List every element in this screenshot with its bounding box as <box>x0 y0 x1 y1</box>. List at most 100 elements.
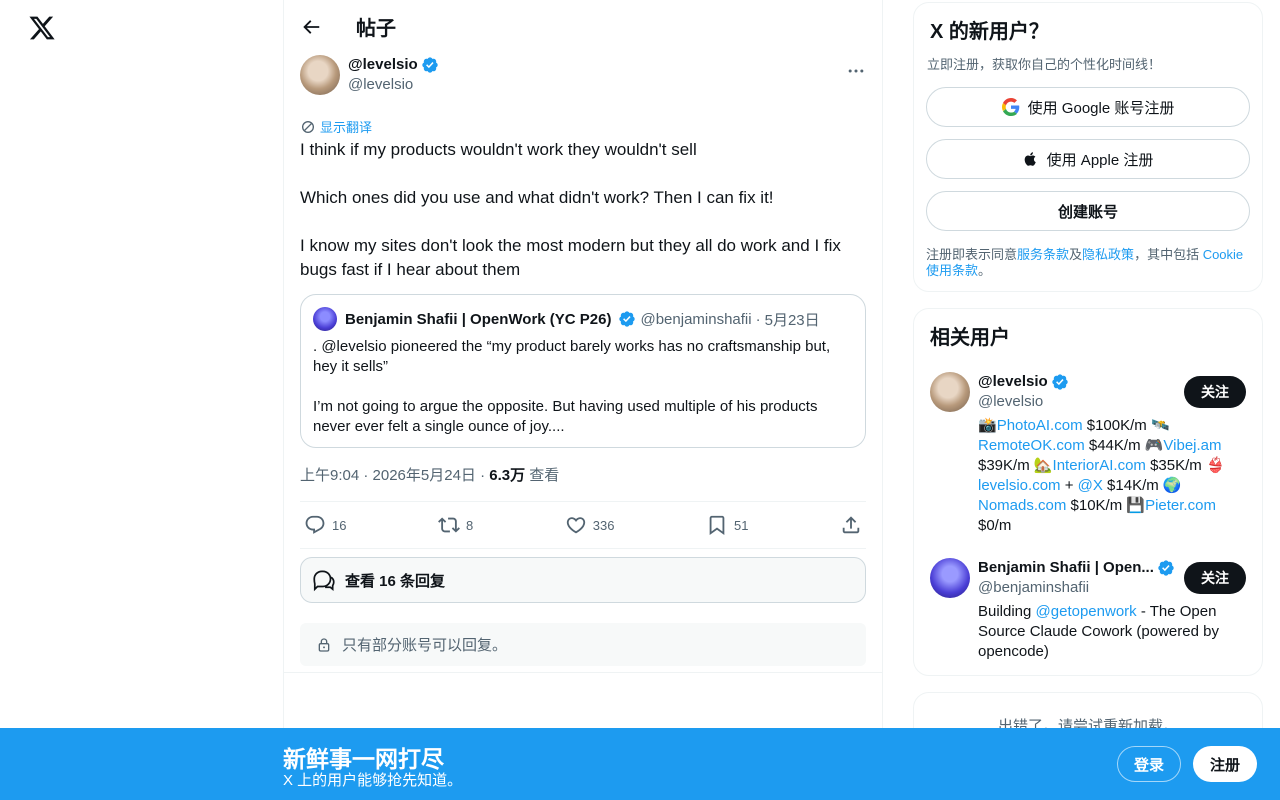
reply-restriction-notice: 只有部分账号可以回复。 <box>300 623 866 666</box>
bio-text: 📸 <box>978 417 997 434</box>
page-header: 帖子 <box>284 0 882 53</box>
post: @levelsio @levelsio 显示翻译 I think if my p… <box>284 55 882 666</box>
verified-badge-icon <box>1158 560 1174 576</box>
more-options-icon[interactable] <box>846 61 866 81</box>
related-user[interactable]: Benjamin Shafii | Open... @benjaminshafi… <box>930 558 1246 662</box>
share-icon <box>842 516 860 534</box>
bio-link[interactable]: RemoteOK.com <box>978 437 1085 454</box>
quoted-author-name: Benjamin Shafii | OpenWork (YC P26) <box>345 310 612 328</box>
banner-subtitle: X 上的用户能够抢先知道。 <box>283 772 463 789</box>
quoted-author-avatar <box>313 307 337 331</box>
verified-badge-icon <box>421 57 438 73</box>
login-button[interactable]: 登录 <box>1117 746 1181 782</box>
bio-link[interactable]: Pieter.com <box>1145 497 1216 514</box>
quoted-post[interactable]: Benjamin Shafii | OpenWork (YC P26) @ben… <box>300 294 866 448</box>
bio-link[interactable]: Vibej.am <box>1163 437 1221 454</box>
post-timestamp[interactable]: 上午9:04 · 2026年5月24日 · <box>300 467 489 484</box>
bio-text: $14K/m 🌍 <box>1102 477 1182 494</box>
user-bio: 📸PhotoAI.com $100K/m 🛰️ RemoteOK.com $44… <box>978 416 1244 536</box>
heart-icon <box>566 517 585 534</box>
quoted-post-header: Benjamin Shafii | OpenWork (YC P26) @ben… <box>313 307 853 331</box>
view-replies-label[interactable]: 查看 16 条回复 <box>345 570 445 591</box>
terms-mid: ，其中包括 <box>1134 247 1203 262</box>
related-user[interactable]: @levelsio @levelsio 📸PhotoAI.com $100K/m… <box>930 372 1246 536</box>
bookmark-button[interactable]: 51 <box>706 514 748 536</box>
google-signup-button[interactable]: 使用 Google 账号注册 <box>926 87 1250 127</box>
create-account-label: 创建账号 <box>1057 203 1118 221</box>
post-actions-bar: 16 8 336 51 <box>300 501 866 549</box>
google-icon <box>1001 98 1019 116</box>
verified-badge-icon <box>1051 374 1068 390</box>
bio-text: $39K/m 🏡 <box>978 457 1053 474</box>
like-count: 336 <box>592 517 615 533</box>
bio-text: $10K/m 💾 <box>1066 497 1146 514</box>
bookmark-icon <box>709 515 725 536</box>
author-handle[interactable]: @levelsio <box>348 75 439 95</box>
author-avatar[interactable] <box>300 55 340 95</box>
repost-icon <box>438 517 460 533</box>
translate-link[interactable]: 显示翻译 <box>300 117 866 136</box>
main-column: 帖子 @levelsio @levelsio 显示翻译 I think if m… <box>283 0 883 800</box>
bio-link[interactable]: InteriorAI.com <box>1053 457 1146 474</box>
author-display-name[interactable]: @levelsio <box>348 55 418 75</box>
user-bio: Building @getopenwork - The Open Source … <box>978 602 1244 662</box>
bio-text: $0/m <box>978 517 1012 534</box>
x-logo-icon[interactable] <box>28 14 56 42</box>
signup-title: X 的新用户？ <box>930 21 1049 43</box>
lock-icon <box>318 637 330 652</box>
terms-prefix: 注册即表示同意 <box>926 247 1018 262</box>
apple-signup-label: 使用 Apple 注册 <box>1046 151 1154 169</box>
bio-link[interactable]: Nomads.com <box>978 497 1066 514</box>
signup-banner: 新鲜事一网打尽 X 上的用户能够抢先知道。 登录 注册 <box>0 728 1280 800</box>
page-title: 帖子 <box>356 18 396 40</box>
user-display-name[interactable]: @levelsio <box>978 372 1048 392</box>
apple-signup-button[interactable]: 使用 Apple 注册 <box>926 139 1250 179</box>
reply-count: 16 <box>332 517 347 533</box>
translate-label[interactable]: 显示翻译 <box>320 117 372 136</box>
back-arrow-icon[interactable] <box>300 16 322 38</box>
view-count: 6.3万 <box>489 467 526 484</box>
bio-text: Building <box>978 603 1036 620</box>
signup-terms: 注册即表示同意服务条款及隐私政策，其中包括 Cookie 使用条款。 <box>926 247 1250 279</box>
bio-link[interactable]: levelsio.com <box>978 477 1061 494</box>
related-users-card: 相关用户 @levelsio @levelsio 📸PhotoAI.com $1… <box>913 308 1263 676</box>
bio-text: $100K/m 🛰️ <box>1082 417 1170 434</box>
reply-button[interactable]: 16 <box>304 514 346 536</box>
bio-text: $44K/m 🎮 <box>1084 437 1164 454</box>
author-name-row[interactable]: @levelsio <box>348 55 439 75</box>
privacy-policy-link[interactable]: 隐私政策 <box>1082 247 1134 262</box>
translate-icon <box>302 120 314 133</box>
user-avatar[interactable] <box>930 558 970 598</box>
signup-card: X 的新用户？ 立即注册，获取你自己的个性化时间线！ 使用 Google 账号注… <box>913 2 1263 292</box>
bookmark-count: 51 <box>734 517 749 533</box>
signup-button[interactable]: 注册 <box>1193 746 1257 782</box>
apple-icon <box>1024 152 1036 166</box>
bio-text: + <box>1060 477 1078 494</box>
post-text: I think if my products wouldn't work the… <box>300 140 841 279</box>
terms-end: 。 <box>978 263 992 278</box>
repost-button[interactable]: 8 <box>438 514 473 536</box>
terms-and: 及 <box>1069 247 1083 262</box>
bio-link[interactable]: @X <box>1078 477 1103 494</box>
verified-badge-icon <box>619 311 636 327</box>
share-button[interactable] <box>840 514 862 536</box>
create-account-button[interactable]: 创建账号 <box>926 191 1250 231</box>
quoted-date: 5月23日 <box>764 311 820 329</box>
post-author: @levelsio @levelsio <box>300 55 866 103</box>
user-display-name[interactable]: Benjamin Shafii | Open... <box>978 558 1154 578</box>
restriction-text: 只有部分账号可以回复。 <box>342 637 508 654</box>
bio-link[interactable]: PhotoAI.com <box>997 417 1083 434</box>
user-avatar[interactable] <box>930 372 970 412</box>
post-meta: 上午9:04 · 2026年5月24日 · 6.3万 查看 <box>300 464 866 486</box>
bio-text: $35K/m 👙 <box>1145 457 1225 474</box>
quoted-post-text: . @levelsio pioneered the “my product ba… <box>313 338 831 435</box>
views-label: 查看 <box>525 467 560 484</box>
terms-of-service-link[interactable]: 服务条款 <box>1017 247 1069 262</box>
related-users-title: 相关用户 <box>930 327 1010 349</box>
follow-button[interactable]: 关注 <box>1184 562 1246 594</box>
view-replies-button[interactable]: 查看 16 条回复 <box>300 557 866 603</box>
google-signup-label: 使用 Google 账号注册 <box>1027 99 1175 117</box>
bio-link[interactable]: @getopenwork <box>1036 603 1137 620</box>
follow-button[interactable]: 关注 <box>1184 376 1246 408</box>
like-button[interactable]: 336 <box>565 514 615 536</box>
